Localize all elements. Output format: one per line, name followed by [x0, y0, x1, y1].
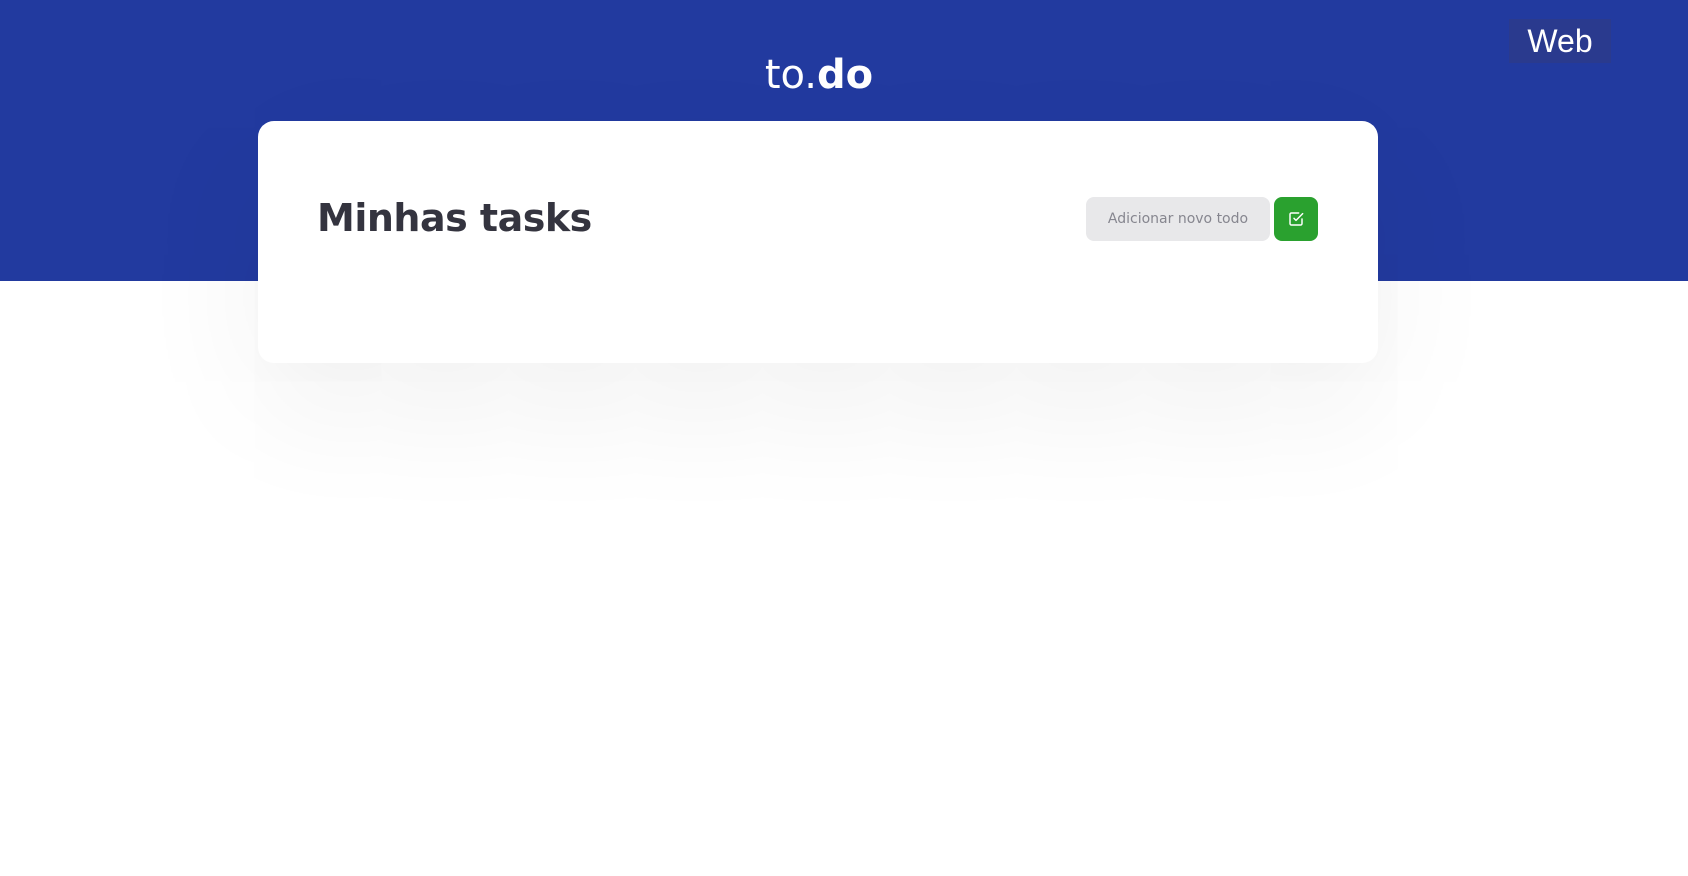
- page-title: Minhas tasks: [317, 196, 592, 240]
- check-square-icon: [1288, 211, 1304, 227]
- app-logo: to.do: [0, 50, 1638, 100]
- logo-light-text: to.: [764, 52, 818, 98]
- logo-bold-text: do: [817, 52, 874, 98]
- tasks-card: Minhas tasks: [258, 121, 1378, 363]
- platform-badge: Web: [1509, 19, 1611, 63]
- new-todo-input[interactable]: [1086, 197, 1270, 241]
- app-page: to.do Web Minhas tasks: [0, 0, 1688, 876]
- add-todo-button[interactable]: [1274, 197, 1318, 241]
